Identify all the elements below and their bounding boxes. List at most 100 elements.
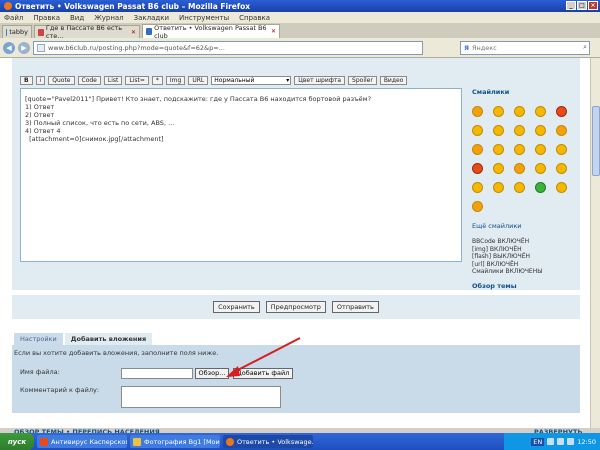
firefox-icon [226, 437, 234, 446]
font-size-select[interactable]: Нормальный [211, 76, 292, 85]
smiley-icon[interactable] [493, 163, 504, 174]
file-input[interactable] [121, 368, 193, 379]
menu-bookmarks[interactable]: Закладки [134, 14, 169, 22]
taskbar-item-label: Фотография Bg1 [Мои... [144, 437, 220, 446]
page-icon [6, 28, 8, 36]
page-scrollbar[interactable] [590, 58, 600, 428]
smiley-icon[interactable] [472, 144, 483, 155]
smiley-icon[interactable] [472, 182, 483, 193]
smiley-icon[interactable] [514, 144, 525, 155]
smilies-grid [472, 106, 582, 212]
bbcode-status-line: [img] ВКЛЮЧЁН [472, 245, 522, 253]
smiley-icon[interactable] [535, 125, 546, 136]
more-smilies-link[interactable]: Ещё смайлики [472, 222, 582, 230]
search-icon[interactable]: ⌕ [583, 43, 587, 52]
maximize-button[interactable]: □ [577, 1, 587, 10]
spoiler-button[interactable]: Spoiler [348, 76, 377, 85]
tab-question[interactable]: Где в Пассате В6 есть сте... ✕ [34, 24, 140, 40]
code-button[interactable]: Code [77, 76, 101, 85]
scrollbar-thumb[interactable] [592, 106, 600, 176]
smiley-icon[interactable] [493, 106, 504, 117]
font-color-button[interactable]: Цвет шрифта [294, 76, 346, 85]
smiley-icon[interactable] [514, 106, 525, 117]
tray-icon[interactable] [557, 438, 565, 445]
tray-icon[interactable] [547, 438, 555, 445]
smiley-icon[interactable] [535, 163, 546, 174]
add-file-button[interactable]: Добавить файл [233, 368, 293, 379]
smiley-icon[interactable] [493, 125, 504, 136]
menu-view[interactable]: Вид [70, 14, 84, 22]
tab-attachments[interactable]: Добавить вложения [64, 333, 153, 345]
close-button[interactable]: × [588, 1, 598, 10]
smiley-icon[interactable] [472, 106, 483, 117]
language-indicator[interactable]: EN [531, 437, 545, 446]
taskbar-item[interactable]: Ответить • Volkswage... [223, 435, 313, 448]
search-bar[interactable]: Я Яндекс ⌕ [460, 40, 590, 55]
menu-tools[interactable]: Инструменты [179, 14, 229, 22]
address-bar[interactable]: www.b6club.ru/posting.php?mode=quote&f=6… [33, 40, 423, 55]
smiley-icon[interactable] [556, 144, 567, 155]
smiley-icon[interactable] [535, 182, 546, 193]
smiley-icon[interactable] [556, 163, 567, 174]
quote-button[interactable]: Quote [48, 76, 75, 85]
menu-history[interactable]: Журнал [94, 14, 123, 22]
browse-button[interactable]: Обзор... [195, 368, 229, 379]
bbcode-status-line: [flash] ВЫКЛЮЧЁН [472, 253, 531, 260]
smiley-icon[interactable] [493, 182, 504, 193]
smiley-icon[interactable] [535, 144, 546, 155]
forward-icon[interactable]: ▶ [18, 41, 30, 54]
back-icon[interactable]: ◀ [3, 41, 15, 54]
smiley-icon[interactable] [556, 106, 567, 117]
taskbar-item-label: Антивирус Касперского [51, 437, 127, 446]
close-tab-icon[interactable]: ✕ [131, 29, 136, 36]
smiley-icon[interactable] [472, 125, 483, 136]
tab-label: tabby [9, 28, 28, 36]
preview-button[interactable]: Предпросмотр [265, 301, 326, 313]
send-button[interactable]: Отправить [331, 301, 379, 313]
italic-button[interactable]: i [35, 76, 46, 85]
tray-icon[interactable] [567, 438, 575, 445]
window-controls: _ □ × [566, 1, 598, 10]
windows-taskbar: пуск Антивирус Касперского Фотография Bg… [0, 433, 600, 450]
tab-options[interactable]: Настройки [14, 333, 63, 345]
smiley-icon[interactable] [514, 125, 525, 136]
bold-button[interactable]: B [20, 76, 33, 85]
menu-help[interactable]: Справка [239, 14, 270, 22]
tab-reply[interactable]: Ответить • Volkswagen Passat B6 club ✕ [142, 24, 280, 40]
menu-edit[interactable]: Правка [33, 14, 60, 22]
file-name-label: Имя файла: [20, 368, 60, 376]
smiley-icon[interactable] [472, 163, 483, 174]
search-engine-icon[interactable]: Я [464, 44, 469, 52]
video-button[interactable]: Видео [379, 76, 408, 85]
start-button[interactable]: пуск [0, 433, 34, 450]
smiley-icon[interactable] [472, 201, 483, 212]
menu-bar: Файл Правка Вид Журнал Закладки Инструме… [0, 12, 600, 23]
attachments-info: Если вы хотите добавить вложения, заполн… [14, 349, 219, 357]
minimize-button[interactable]: _ [566, 1, 576, 10]
window-titlebar: Ответить • Volkswagen Passat B6 club – M… [0, 0, 600, 12]
image-button[interactable]: Img [165, 76, 186, 85]
message-textarea[interactable]: [quote="Pavel2011"] Привет! Кто знает, п… [20, 88, 462, 262]
taskbar-item[interactable]: Антивирус Касперского [37, 435, 127, 448]
taskbar-item[interactable]: Фотография Bg1 [Мои... [130, 435, 220, 448]
smiley-icon[interactable] [556, 182, 567, 193]
tab-tabby[interactable]: tabby [2, 25, 32, 38]
file-comment-textarea[interactable] [121, 386, 281, 408]
save-button[interactable]: Сохранить [213, 301, 260, 313]
smiley-icon[interactable] [556, 125, 567, 136]
close-tab-icon[interactable]: ✕ [271, 28, 276, 35]
clock: 12:50 [577, 437, 596, 446]
topic-review-link[interactable]: Обзор темы [472, 282, 582, 290]
url-button[interactable]: URL [188, 76, 209, 85]
ordered-list-button[interactable]: List= [125, 76, 149, 85]
app-icon [40, 437, 48, 446]
editor-line: 2) Ответ [25, 111, 55, 119]
list-item-button[interactable]: * [151, 76, 163, 85]
smiley-icon[interactable] [493, 144, 504, 155]
smiley-icon[interactable] [514, 163, 525, 174]
smilies-box: Смайлики Ещё смайлики BBCode ВКЛЮЧЁН [im… [472, 88, 582, 290]
smiley-icon[interactable] [514, 182, 525, 193]
menu-file[interactable]: Файл [4, 14, 23, 22]
list-button[interactable]: List [103, 76, 123, 85]
smiley-icon[interactable] [535, 106, 546, 117]
